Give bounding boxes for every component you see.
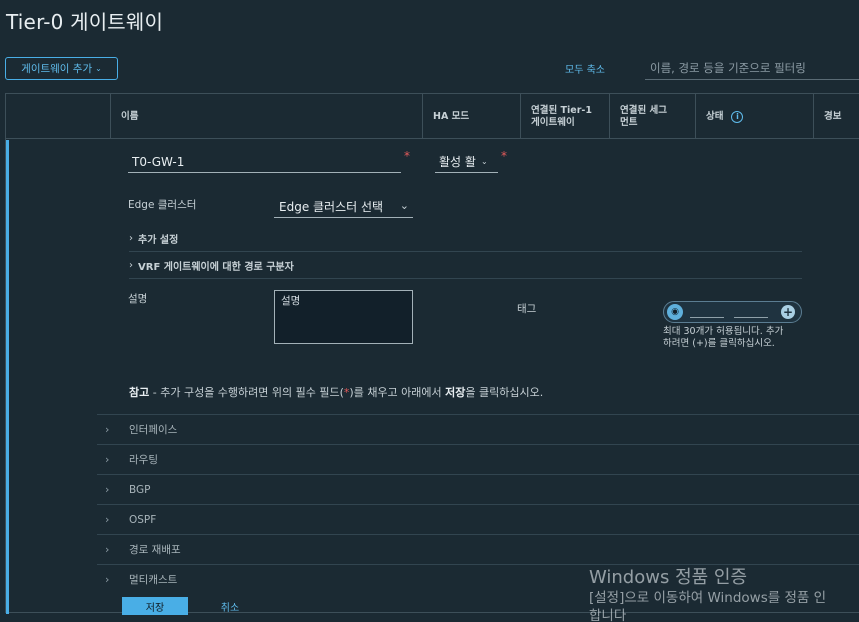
tags-hint: 최대 30개가 허용됩니다. 추가 하려면 (+)를 클릭하십시오. [663,326,784,349]
tag-input[interactable]: ◉ + [663,301,802,323]
ha-mode-select[interactable]: 활성 활 ⌄ [435,151,498,173]
column-header-linked-segments[interactable]: 연결된 세그 먼트 [609,94,695,139]
add-gateway-label: 게이트웨이 추가 [21,63,93,75]
chevron-down-icon: ⌄ [399,199,409,212]
page-title: Tier-0 게이트웨이 [6,10,164,34]
chevron-right-icon: › [105,573,110,586]
gateway-grid: 이름 HA 모드 연결된 Tier-1 게이트웨이 연결된 세그 먼트 상태 i [5,93,859,614]
tags-label: 태그 [517,303,537,315]
section-routing[interactable]: › 라우팅 [97,444,859,474]
chevron-right-icon: › [105,423,110,436]
save-button[interactable]: 저장 [122,597,188,615]
required-indicator: * [501,149,507,163]
column-header-status[interactable]: 상태 i [695,94,813,139]
gateway-name-input[interactable] [128,151,401,173]
add-gateway-button[interactable]: 게이트웨이 추가 ⌄ [5,57,118,80]
additional-settings-expander[interactable]: › 추가 설정 [129,226,802,252]
add-tag-icon[interactable]: + [781,305,795,319]
chevron-down-icon: ⌄ [480,157,488,166]
windows-activation-watermark: Windows 정품 인증 [589,567,748,588]
column-header-name[interactable]: 이름 [110,94,422,139]
info-icon[interactable]: i [731,110,744,123]
edge-cluster-select[interactable]: Edge 클러스터 선택 ⌄ [274,196,413,218]
gateway-edit-row: * 활성 활 ⌄ * Edge 클러스터 Edge 클러스터 선택 ⌄ › 추가… [6,140,859,614]
column-header-linked-tier1[interactable]: 연결된 Tier-1 게이트웨이 [520,94,609,139]
section-interfaces[interactable]: › 인터페이스 [97,414,859,444]
collapse-all-link[interactable]: 모두 축소 [565,61,605,76]
chevron-right-icon: › [129,260,133,271]
chevron-right-icon: › [129,233,133,244]
tag-scope-field[interactable] [734,317,768,318]
grid-header: 이름 HA 모드 연결된 Tier-1 게이트웨이 연결된 세그 먼트 상태 i [6,94,859,139]
vrf-route-distinguisher-expander[interactable]: › VRF 게이트웨이에 대한 경로 구분자 [129,253,802,279]
tag-name-field[interactable] [690,317,724,318]
section-ospf[interactable]: › OSPF [97,504,859,534]
edge-cluster-label: Edge 클러스터 [128,199,197,211]
section-bgp[interactable]: › BGP [97,474,859,504]
column-header-alarms[interactable]: 경보 [813,94,859,139]
description-label: 설명 [128,293,148,305]
description-textarea[interactable] [274,290,413,344]
filter-input[interactable] [645,56,859,80]
chevron-right-icon: › [105,453,110,466]
tag-icon: ◉ [667,304,683,320]
chevron-right-icon: › [105,483,110,496]
section-route-redistribution[interactable]: › 경로 재배포 [97,534,859,564]
chevron-down-icon: ⌄ [95,64,102,73]
windows-activation-watermark-text: [설정]으로 이동하여 Windows를 정품 인 합니다 [589,590,827,622]
chevron-right-icon: › [105,543,110,556]
column-header-ha-mode[interactable]: HA 모드 [422,94,520,139]
chevron-right-icon: › [105,513,110,526]
cancel-button[interactable]: 취소 [210,597,250,615]
required-fields-note: 참고 - 추가 구성을 수행하려면 위의 필수 필드(*)를 채우고 아래에서 … [129,386,544,399]
required-indicator: * [404,149,410,163]
page: Tier-0 게이트웨이 게이트웨이 추가 ⌄ 모두 축소 이름 HA 모드 연… [0,0,859,622]
